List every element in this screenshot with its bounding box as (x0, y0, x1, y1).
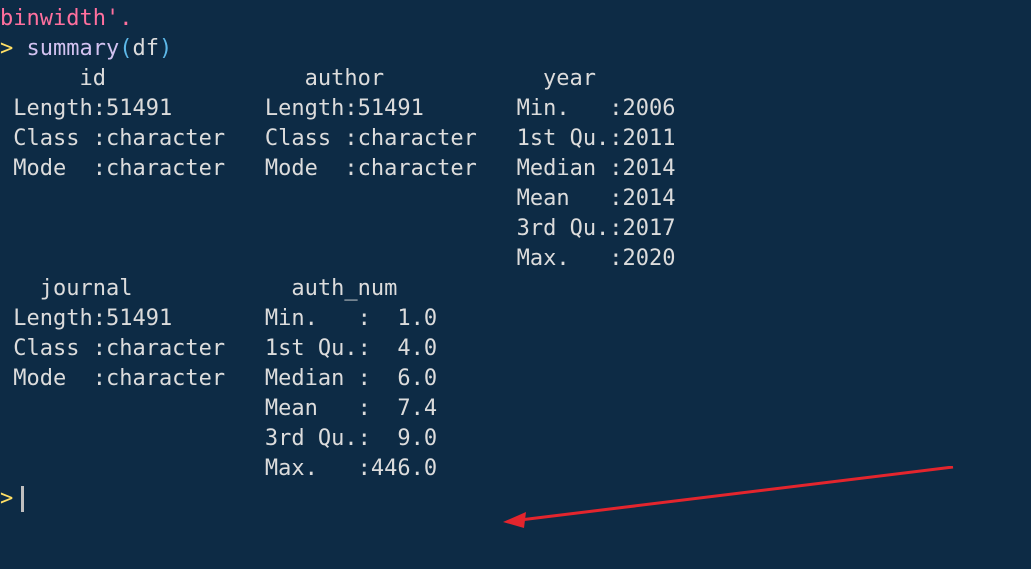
fn-arg: df (132, 36, 159, 61)
id-length: Length:51491 (0, 96, 252, 121)
authnum-q3: 3rd Qu.: 9.0 (252, 426, 464, 451)
journal-class: Class :character (0, 336, 252, 361)
author-b5 (252, 216, 504, 241)
author-length: Length:51491 (252, 96, 504, 121)
author-class: Class :character (252, 126, 504, 151)
input-caret[interactable] (21, 486, 24, 512)
authnum-q1: 1st Qu.: 4.0 (252, 336, 464, 361)
fn-name: summary (27, 36, 120, 61)
year-min: Min. :2006 (503, 96, 702, 121)
year-mean: Mean :2014 (503, 186, 702, 211)
id-b5 (0, 216, 252, 241)
console-output: binwidth'. > summary(df) id author year … (0, 0, 1031, 514)
authnum-max: Max. :446.0 (252, 456, 464, 481)
paren-open: ( (119, 36, 132, 61)
previous-line-fragment: binwidth'. (0, 6, 132, 31)
author-b4 (252, 186, 504, 211)
year-max: Max. :2020 (503, 246, 702, 271)
prompt-symbol: > (0, 36, 13, 61)
col-headers-2: journal auth_num (0, 276, 450, 301)
year-median: Median :2014 (503, 156, 702, 181)
journal-b5 (0, 426, 252, 451)
journal-b4 (0, 396, 252, 421)
id-b4 (0, 186, 252, 211)
id-class: Class :character (0, 126, 252, 151)
authnum-median: Median : 6.0 (252, 366, 464, 391)
journal-b6 (0, 456, 252, 481)
author-b6 (252, 246, 504, 271)
paren-close: ) (159, 36, 172, 61)
journal-length: Length:51491 (0, 306, 252, 331)
prompt-symbol-bottom[interactable]: > (0, 484, 13, 514)
id-b6 (0, 246, 252, 271)
authnum-mean: Mean : 7.4 (252, 396, 464, 421)
year-q1: 1st Qu.:2011 (503, 126, 702, 151)
journal-mode: Mode :character (0, 366, 252, 391)
authnum-min: Min. : 1.0 (252, 306, 464, 331)
year-q3: 3rd Qu.:2017 (503, 216, 702, 241)
author-mode: Mode :character (252, 156, 504, 181)
id-mode: Mode :character (0, 156, 252, 181)
col-headers-1: id author year (0, 66, 662, 91)
